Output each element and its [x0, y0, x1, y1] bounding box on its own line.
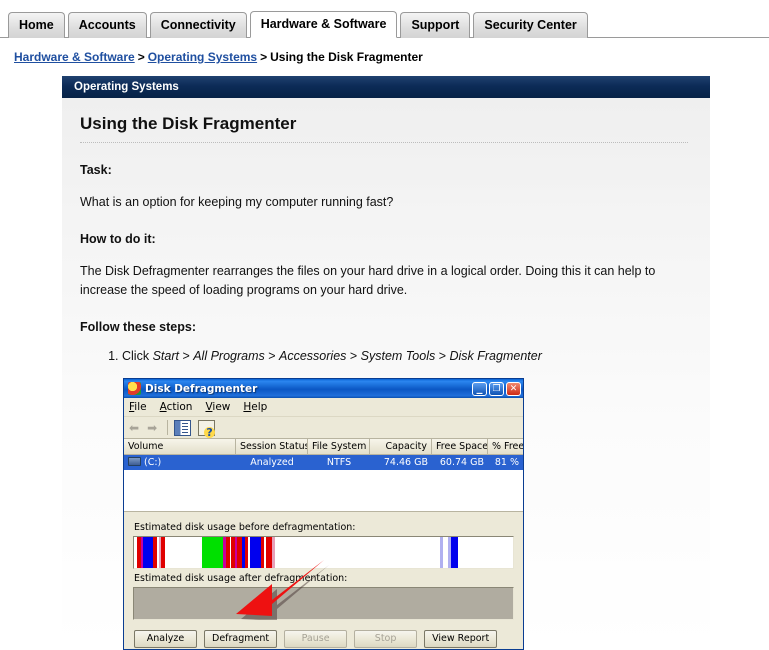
table-row[interactable]: (C:) Analyzed NTFS 74.46 GB 60.74 GB 81 … [124, 455, 523, 470]
task-label: Task: [80, 163, 112, 177]
breadcrumb-item-2[interactable]: Operating Systems [148, 50, 257, 64]
toolbar-divider [167, 420, 169, 435]
back-arrow-icon[interactable]: ⬅ [129, 421, 139, 435]
stop-button: Stop [354, 630, 418, 648]
step1-path-separator: > [264, 349, 280, 363]
defragment-button[interactable]: Defragment [204, 630, 278, 648]
drive-icon [128, 457, 141, 466]
menu-action[interactable]: Action [160, 401, 193, 413]
usage-segment [201, 537, 224, 568]
window-title: Disk Defragmenter [145, 382, 258, 395]
tab-accounts[interactable]: Accounts [67, 12, 147, 38]
usage-segment [164, 537, 202, 568]
maximize-button[interactable]: ❐ [489, 381, 504, 396]
cell-session-status: Analyzed [250, 457, 294, 468]
window-controls: _ ❐ ✕ [472, 381, 521, 396]
disk-defragmenter-icon [128, 382, 141, 395]
column-header-capacity[interactable]: Capacity [370, 439, 432, 455]
forward-arrow-icon[interactable]: ➡ [147, 421, 157, 435]
step1-path-part-5: Disk Fragmenter [449, 349, 542, 363]
volume-list: Volume Session Status File System Capacity F… [124, 439, 523, 512]
menu-help[interactable]: Help [243, 401, 267, 413]
usage-before-label: Estimated disk usage before defragmentat… [134, 522, 356, 533]
panel-body: Using the Disk Fragmenter Task: What is … [62, 98, 710, 366]
volume-list-header: Volume Session Status File System Capacity F… [124, 439, 523, 455]
cell-capacity: 74.46 GB [383, 457, 428, 468]
usage-segment [142, 537, 153, 568]
usage-after-label: Estimated disk usage after defragmentati… [134, 573, 348, 584]
steps-label: Follow these steps: [80, 320, 196, 334]
step1-path-part-3: Accessories [279, 349, 347, 363]
minimize-button[interactable]: _ [472, 381, 487, 396]
cell-volume-label: (C:) [144, 457, 162, 468]
breadcrumb-item-3: Using the Disk Fragmenter [270, 50, 423, 64]
step-item: Click Start > All Programs > Accessories… [122, 346, 688, 366]
cell-file-system: NTFS [326, 457, 352, 468]
close-button[interactable]: ✕ [506, 381, 521, 396]
show-console-tree-icon[interactable] [174, 419, 192, 436]
step1-path-separator: > [178, 349, 194, 363]
tab-support[interactable]: Support [400, 12, 471, 38]
step1-path-part-1: Start [152, 349, 179, 363]
cell-pct-free-space: 81 % [494, 457, 519, 468]
column-header-volume[interactable]: Volume [124, 439, 236, 455]
step1-path-part-4: System Tools [360, 349, 436, 363]
panel-header: Operating Systems [62, 76, 710, 98]
howto-text: The Disk Defragmenter rearranges the fil… [80, 264, 656, 297]
usage-segment [457, 537, 513, 568]
pause-button: Pause [284, 630, 348, 648]
breadcrumb-separator: > [260, 50, 268, 64]
step1-path-part-2: All Programs [193, 349, 265, 363]
column-header-session-status[interactable]: Session Status [236, 439, 308, 455]
column-header-file-system[interactable]: File System [308, 439, 370, 455]
tab-hardware-software[interactable]: Hardware & Software [249, 11, 398, 38]
breadcrumb: Hardware & Software > Operating Systems > Us… [0, 38, 769, 64]
analyze-button[interactable]: Analyze [134, 630, 197, 648]
steps-list: Click Start > All Programs > Accessories… [80, 346, 688, 366]
howto-label: How to do it: [80, 232, 156, 246]
column-header-free-space[interactable]: % Free Space [488, 439, 523, 455]
usage-segment [249, 537, 261, 568]
usage-section: Estimated disk usage before defragmentat… [124, 512, 523, 620]
window-title-bar[interactable]: Disk Defragmenter _ ❐ ✕ [124, 379, 523, 398]
tab-security-center[interactable]: Security Center [473, 12, 588, 38]
usage-after-bar [133, 587, 514, 620]
step1-prefix: Click [122, 349, 153, 363]
page-title: Using the Disk Fragmenter [80, 114, 688, 143]
main-tab-bar: Home Accounts Connectivity Hardware & Softw… [0, 0, 769, 38]
context-help-icon[interactable] [198, 419, 216, 438]
toolbar: ⬅ ➡ [124, 417, 523, 439]
disk-defragmenter-window: Disk Defragmenter _ ❐ ✕ File Action View He… [123, 378, 524, 650]
view-report-button[interactable]: View Report [424, 630, 498, 648]
cell-volume: (C:) [124, 455, 236, 470]
menu-bar: File Action View Help [124, 398, 523, 417]
menu-view[interactable]: View [205, 401, 230, 413]
menu-file[interactable]: File [129, 401, 147, 413]
step1-path-separator: > [435, 349, 450, 363]
usage-segment [450, 537, 458, 568]
task-text: What is an option for keeping my compute… [80, 195, 394, 209]
usage-segment [274, 537, 440, 568]
tab-home[interactable]: Home [8, 12, 65, 38]
usage-before-bar [133, 536, 514, 569]
breadcrumb-item-1[interactable]: Hardware & Software [14, 50, 135, 64]
cell-free-space: 60.74 GB [439, 457, 484, 468]
column-header-free-space[interactable]: Free Space [432, 439, 488, 455]
volume-list-empty-area [124, 470, 523, 511]
tab-connectivity[interactable]: Connectivity [149, 12, 247, 38]
action-buttons: Analyze Defragment Pause Stop View Report [124, 620, 523, 648]
step1-path-separator: > [346, 349, 361, 363]
breadcrumb-separator: > [137, 50, 145, 64]
